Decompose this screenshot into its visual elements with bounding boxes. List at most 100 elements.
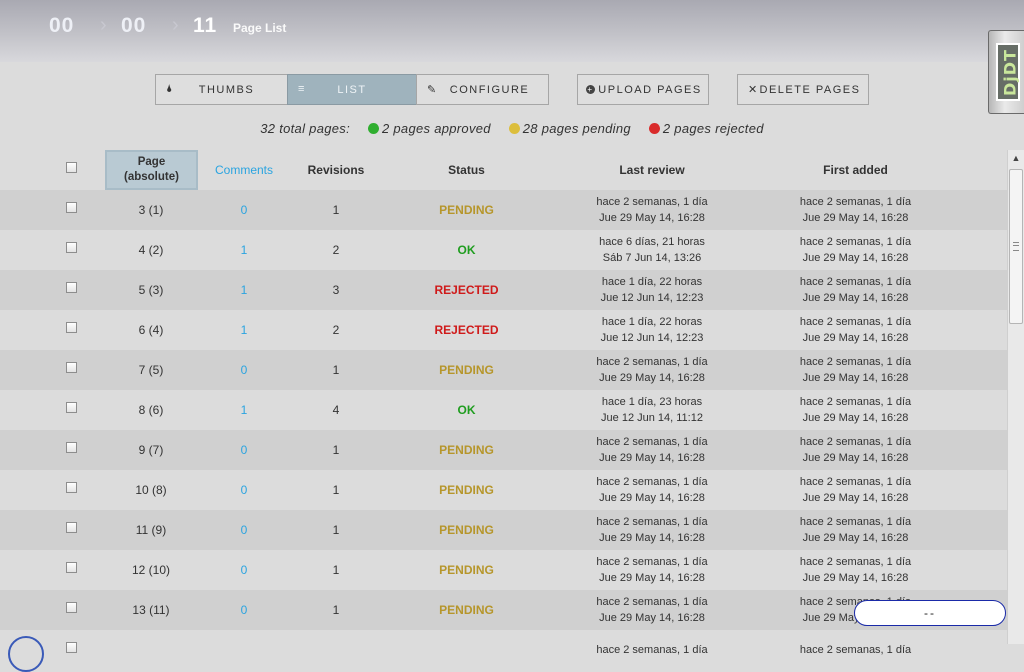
row-checkbox[interactable] [66,242,77,253]
cell-comments-link[interactable]: 1 [197,390,291,430]
cell-comments-link[interactable]: 1 [197,270,291,310]
row-checkbox[interactable] [66,402,77,413]
upload-pages-button[interactable]: + UPLOAD PAGES [577,74,709,105]
first-added-date: Jue 29 May 14, 16:28 [802,212,909,224]
cell-revisions: 1 [332,443,340,457]
first-added-relative: hace 2 semanas, 1 día [799,436,912,448]
table-row[interactable]: 7 (5) 0 1 PENDING hace 2 semanas, 1 día Jue 2… [0,350,1008,390]
cell-comments-link[interactable]: 0 [197,430,291,470]
column-header-last-review[interactable]: Last review [552,150,752,190]
total-pages: 32 total pages: [260,121,351,136]
cell-page[interactable]: 10 (8) [105,470,197,510]
configure-label: CONFIGURE [449,83,530,96]
cell-page[interactable]: 13 (11) [105,590,197,630]
cell-page[interactable]: 3 (1) [105,190,197,230]
row-checkbox[interactable] [66,482,77,493]
pages-summary: 32 total pages: 2 pages approved 28 page… [0,121,1024,136]
cell-last-review: hace 2 semanas, 1 día [552,630,752,670]
cell-comments-link[interactable]: 0 [197,350,291,390]
floating-pill-button[interactable]: -- [854,600,1006,626]
thumbs-view-button[interactable]: 🌢 THUMBS [155,74,288,105]
first-added-date: Jue 29 May 14, 16:28 [802,532,909,544]
row-checkbox[interactable] [66,362,77,373]
column-header-revisions[interactable]: Revisions [291,150,381,190]
cell-first-added: hace 2 semanas, 1 día [752,630,959,670]
row-checkbox[interactable] [66,562,77,573]
table-row[interactable]: 11 (9) 0 1 PENDING hace 2 semanas, 1 día Jue … [0,510,1008,550]
breadcrumb-item[interactable]: 00 [121,14,146,38]
cell-page[interactable]: 12 (10) [105,550,197,590]
cell-comments-link[interactable]: 0 [197,190,291,230]
table-row[interactable]: 5 (3) 1 3 REJECTED hace 1 día, 22 horas Jue 1… [0,270,1008,310]
column-header-comments[interactable]: Comments [197,150,291,190]
table-row[interactable]: 12 (10) 0 1 PENDING hace 2 semanas, 1 día Jue… [0,550,1008,590]
cell-status: PENDING [439,443,494,457]
row-checkbox[interactable] [66,442,77,453]
table-row[interactable]: hace 2 semanas, 1 día hace 2 semanas, 1 d… [0,630,1008,670]
configure-button[interactable]: ✎ CONFIGURE [416,74,549,105]
page-title: Page List [233,21,287,35]
row-checkbox[interactable] [66,602,77,613]
last-review-relative: hace 2 semanas, 1 día [596,516,708,528]
cell-page[interactable]: 4 (2) [105,230,197,270]
row-checkbox[interactable] [66,202,77,213]
first-added-relative: hace 2 semanas, 1 día [799,276,912,288]
table-header: Page (absolute) Comments Revisions Statu… [0,150,1008,190]
cell-page[interactable]: 5 (3) [105,270,197,310]
cell-status: PENDING [439,363,494,377]
column-header-status[interactable]: Status [381,150,552,190]
last-review-relative: hace 1 día, 22 horas [601,316,703,328]
cell-status: OK [457,243,476,257]
cell-first-added: hace 2 semanas, 1 día Jue 29 May 14, 16:2… [752,230,959,270]
table-row[interactable]: 9 (7) 0 1 PENDING hace 2 semanas, 1 día Jue 2… [0,430,1008,470]
header-bar: 00 › 00 › 11 Page List [0,0,1024,62]
table-row[interactable]: 4 (2) 1 2 OK hace 6 días, 21 horas Sáb 7 Jun … [0,230,1008,270]
cell-comments-link[interactable]: 0 [197,590,291,630]
cell-page[interactable]: 7 (5) [105,350,197,390]
row-checkbox[interactable] [66,322,77,333]
delete-pages-button[interactable]: ✕ DELETE PAGES [737,74,869,105]
row-checkbox[interactable] [66,522,77,533]
first-added-relative: hace 2 semanas, 1 día [799,396,912,408]
cell-page[interactable]: 8 (6) [105,390,197,430]
cell-last-review: hace 2 semanas, 1 día Jue 29 May 14, 16:2… [552,590,752,630]
scroll-up-icon[interactable]: ▲ [1008,150,1024,167]
table-row[interactable]: 8 (6) 1 4 OK hace 1 día, 23 horas Jue 12 Jun … [0,390,1008,430]
last-review-date: Jue 29 May 14, 16:28 [599,492,705,504]
cell-comments-link[interactable]: 1 [197,310,291,350]
breadcrumb-chevron-icon: › [100,14,107,36]
breadcrumb-item[interactable]: 00 [49,14,74,38]
cell-last-review: hace 2 semanas, 1 día Jue 29 May 14, 16:2… [552,470,752,510]
column-header-first-added[interactable]: First added [752,150,959,190]
debug-toolbar-handle[interactable]: DjDT [988,30,1024,114]
cell-revisions: 1 [332,563,340,577]
djdt-logo-text: DjDT [1000,49,1020,96]
table-row[interactable]: 10 (8) 0 1 PENDING hace 2 semanas, 1 día Jue … [0,470,1008,510]
cell-page[interactable]: 6 (4) [105,310,197,350]
cell-page[interactable] [105,630,197,670]
row-checkbox[interactable] [66,282,77,293]
table-row[interactable]: 6 (4) 1 2 REJECTED hace 1 día, 22 horas Jue 1… [0,310,1008,350]
cell-comments-link[interactable] [197,630,291,670]
list-view-button[interactable]: ≡ LIST [287,74,417,105]
first-added-date: Jue 29 May 14, 16:28 [802,332,909,344]
upload-pages-label: UPLOAD PAGES [598,83,702,96]
cell-first-added: hace 2 semanas, 1 día Jue 29 May 14, 16:2… [752,430,959,470]
last-review-date: Jue 12 Jun 14, 12:23 [600,292,704,304]
first-added-relative: hace 2 semanas, 1 día [799,316,912,328]
last-review-relative: hace 1 día, 22 horas [601,276,703,288]
scrollbar-thumb[interactable] [1009,169,1023,324]
select-all-checkbox[interactable] [66,162,77,173]
vertical-scrollbar[interactable]: ▲ [1007,150,1024,644]
cell-comments-link[interactable]: 0 [197,550,291,590]
cell-page[interactable]: 11 (9) [105,510,197,550]
cell-comments-link[interactable]: 0 [197,470,291,510]
cell-page[interactable]: 9 (7) [105,430,197,470]
cell-comments-link[interactable]: 0 [197,510,291,550]
cell-first-added: hace 2 semanas, 1 día Jue 29 May 14, 16:2… [752,550,959,590]
table-row[interactable]: 3 (1) 0 1 PENDING hace 2 semanas, 1 día Jue 2… [0,190,1008,230]
cell-comments-link[interactable]: 1 [197,230,291,270]
cell-last-review: hace 2 semanas, 1 día Jue 29 May 14, 16:2… [552,350,752,390]
help-circle-icon[interactable] [8,636,44,672]
column-header-page[interactable]: Page (absolute) [105,150,198,190]
